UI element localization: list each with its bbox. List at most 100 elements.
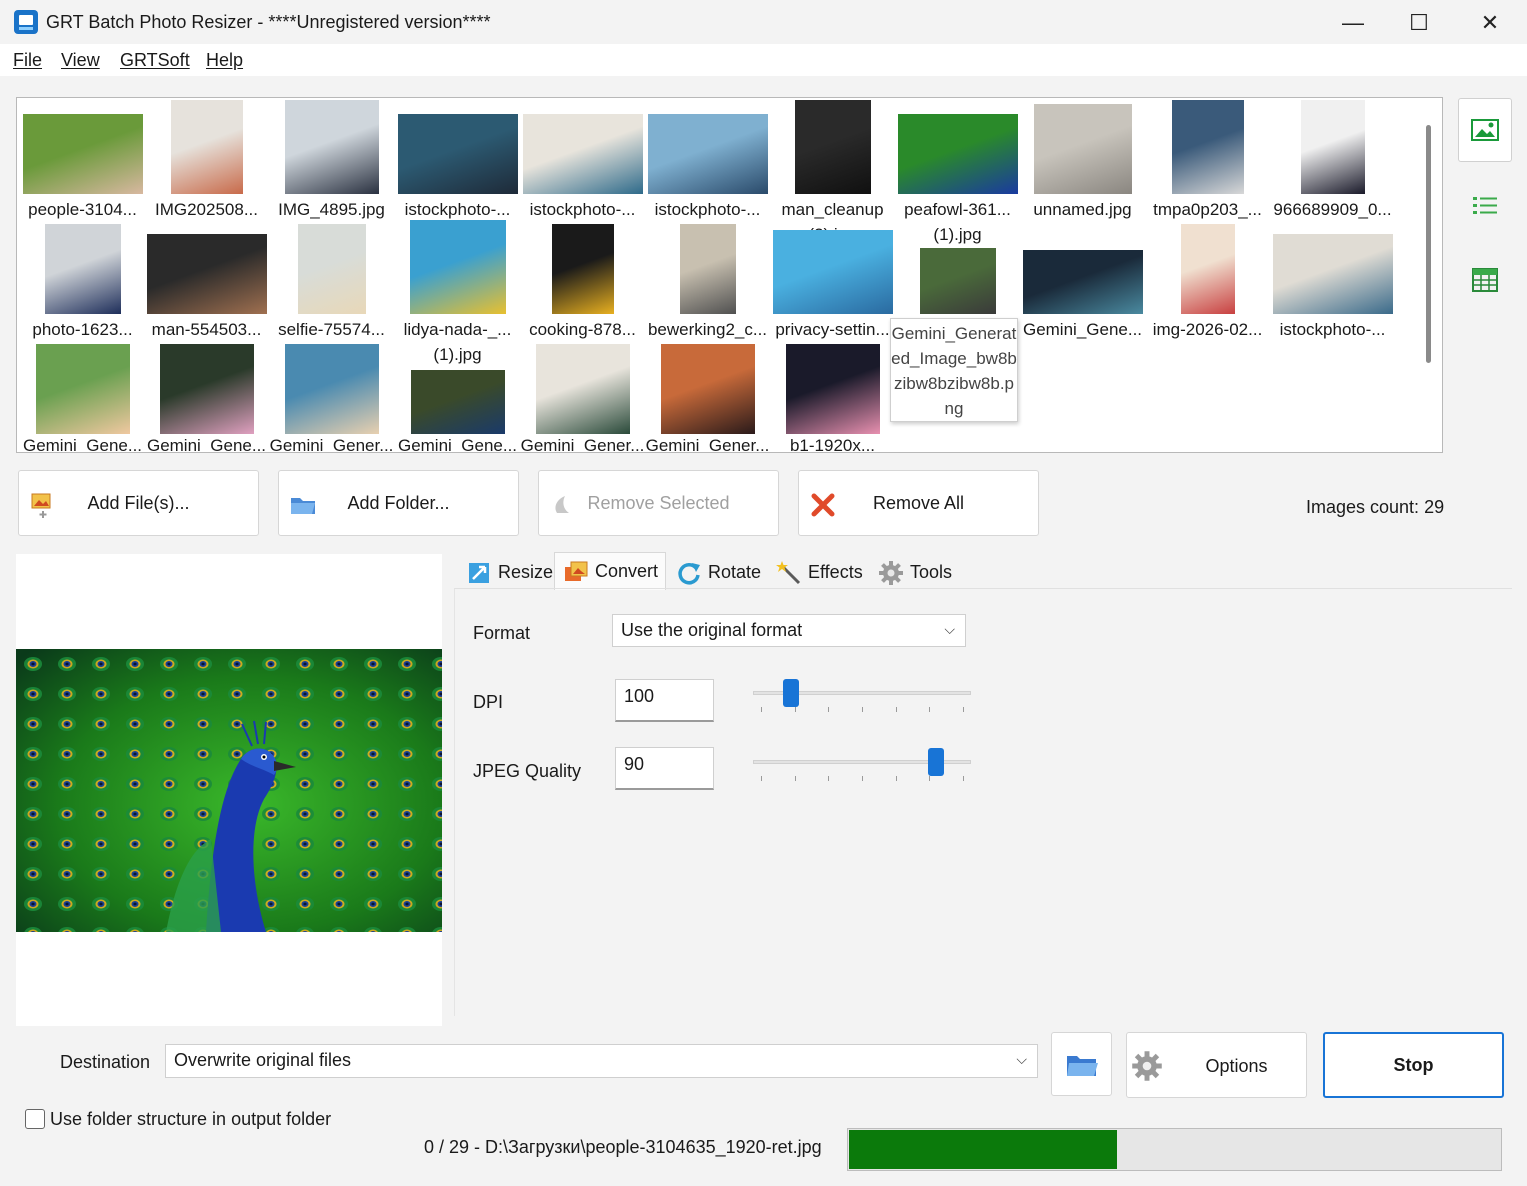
- thumbnail-item[interactable]: man-554503...: [144, 220, 269, 340]
- slider-tick: [794, 707, 796, 712]
- add-folder-button[interactable]: Add Folder...: [278, 470, 519, 536]
- maximize-button[interactable]: ☐: [1399, 8, 1439, 38]
- thumbnail-label: istockphoto-...: [404, 200, 511, 219]
- thumbnail-image: [35, 344, 130, 434]
- thumbnail-image: [410, 370, 505, 434]
- tab-convert[interactable]: Convert: [554, 552, 666, 590]
- thumbnail-image: [170, 100, 243, 194]
- use-folder-structure-checkbox[interactable]: [25, 1109, 45, 1129]
- thumbnail-item[interactable]: IMG202508...: [144, 100, 269, 220]
- thumbnail-image: [397, 114, 518, 194]
- tab-rotate[interactable]: Rotate: [668, 554, 766, 590]
- thumbnail-item[interactable]: Gemini_Gene...: [395, 340, 520, 452]
- thumbnail-label: IMG_4895.jpg: [278, 200, 385, 219]
- thumbnail-label: cooking-878...: [529, 320, 636, 339]
- thumbnail-image: [1022, 250, 1143, 314]
- tab-effects[interactable]: Effects: [768, 554, 868, 590]
- slider-tick: [862, 707, 863, 712]
- window-title: GRT Batch Photo Resizer - ****Unregister…: [46, 12, 491, 32]
- thumbnail-item[interactable]: unnamed.jpg: [1020, 100, 1145, 220]
- convert-icon: [565, 561, 588, 581]
- thumbnail-item[interactable]: cooking-878...: [520, 220, 645, 340]
- stop-button[interactable]: Stop: [1323, 1032, 1504, 1098]
- dpi-input[interactable]: 100: [615, 679, 714, 722]
- app-icon: [14, 10, 38, 34]
- thumbnail-item[interactable]: privacy-settin...: [770, 220, 895, 340]
- thumbnail-item[interactable]: Gemini_Gene...: [1020, 220, 1145, 340]
- thumbnail-item[interactable]: lidya-nada-_... (1).jpg: [395, 220, 520, 367]
- thumbnail-label: man-554503...: [151, 320, 262, 339]
- format-select[interactable]: Use the original format ⌵: [612, 614, 966, 647]
- thumbnail-item[interactable]: Gemini_Gene...: [20, 340, 145, 453]
- convert-tab-panel: Format Use the original format ⌵ DPI 100…: [454, 588, 1512, 1016]
- menu-grtsoft[interactable]: GRTSoft: [120, 50, 190, 71]
- slider-thumb[interactable]: [783, 679, 800, 707]
- options-button[interactable]: Options: [1126, 1032, 1307, 1098]
- thumbnail-image: [409, 220, 506, 314]
- thumbnail-item[interactable]: istockphoto-...: [645, 100, 770, 220]
- thumbnail-label: Gemini_Gene...: [146, 436, 267, 453]
- slider-tick: [828, 707, 830, 712]
- gear-icon: [879, 561, 903, 585]
- thumbnail-item[interactable]: 966689909_0...: [1270, 100, 1395, 220]
- thumbnail-item[interactable]: peafowl-361... (1).jpg: [895, 100, 1020, 247]
- thumbnail-item[interactable]: photo-1623...: [20, 220, 145, 340]
- thumbnail-label: istockphoto-...: [1279, 320, 1386, 339]
- slider-tick: [963, 707, 964, 712]
- resize-icon: [469, 563, 489, 583]
- thumbnail-item[interactable]: istockphoto-...: [395, 100, 520, 220]
- thumbnail-item[interactable]: IMG_4895.jpg: [269, 100, 394, 220]
- slider-thumb[interactable]: [928, 748, 945, 776]
- thumbnail-item[interactable]: Gemini_Gener...: [645, 340, 770, 452]
- thumbnail-item[interactable]: img-2026-02...: [1145, 220, 1270, 340]
- thumbnail-label: Gemini_Gene...: [22, 436, 143, 453]
- thumbnail-scrollbar[interactable]: [1426, 125, 1431, 363]
- thumbnail-item[interactable]: Gemini_Gener...: [269, 340, 394, 452]
- view-mode-panel: [1458, 98, 1512, 318]
- browse-destination-button[interactable]: [1051, 1032, 1112, 1096]
- thumbnail-item[interactable]: istockphoto-...: [1270, 220, 1395, 340]
- thumbnail-label: bewerking2_c...: [647, 320, 768, 339]
- options-label: Options: [1205, 1056, 1268, 1076]
- thumbnail-image: [551, 224, 614, 314]
- tab-tools-label: Tools: [910, 561, 953, 582]
- image-icon: [1471, 119, 1499, 141]
- format-value: Use the original format: [621, 620, 803, 640]
- thumbnail-panel[interactable]: people-3104... IMG202508... IMG_4895.jpg is…: [16, 97, 1443, 453]
- thumbnail-label: Gemini_Gener...: [520, 436, 645, 453]
- tab-effects-label: Effects: [808, 561, 863, 582]
- view-details-button[interactable]: [1458, 248, 1512, 312]
- thumbnail-item[interactable]: man_cleanup (2).jpg: [770, 100, 895, 247]
- tab-resize[interactable]: Resize: [458, 554, 553, 590]
- thumbnail-item[interactable]: Gemini_Gener...: [520, 340, 645, 453]
- thumbnail-item[interactable]: b1-1920x...: [770, 340, 895, 452]
- view-thumbnails-button[interactable]: [1458, 98, 1512, 162]
- thumbnail-item[interactable]: istockphoto-...: [520, 100, 645, 220]
- thumbnail-label: photo-1623...: [32, 320, 133, 339]
- add-files-button[interactable]: Add File(s)...: [18, 470, 259, 536]
- menu-file[interactable]: File: [13, 50, 42, 71]
- minimize-button[interactable]: —: [1333, 8, 1373, 38]
- use-folder-structure-label: Use folder structure in output folder: [50, 1109, 332, 1129]
- close-button[interactable]: ✕: [1470, 8, 1510, 38]
- tab-tools[interactable]: Tools: [870, 554, 956, 590]
- remove-selected-button[interactable]: Remove Selected: [538, 470, 779, 536]
- list-icon: [1473, 197, 1497, 214]
- thumbnail-item[interactable]: tmpa0p203_...: [1145, 100, 1270, 220]
- thumbnail-item[interactable]: Gemini_Gene...: [144, 340, 269, 453]
- add-files-label: Add File(s)...: [87, 492, 190, 513]
- thumbnail-image: [679, 224, 736, 314]
- remove-all-button[interactable]: Remove All: [798, 470, 1039, 536]
- view-list-button[interactable]: [1458, 174, 1512, 238]
- thumbnail-label: privacy-settin...: [775, 320, 890, 339]
- menu-bar: File View GRTSoft Help: [0, 44, 1527, 76]
- thumbnail-item[interactable]: selfie-75574...: [269, 220, 394, 340]
- thumbnail-item[interactable]: people-3104...: [20, 100, 145, 220]
- thumbnail-image: [44, 224, 121, 314]
- menu-help[interactable]: Help: [206, 50, 243, 71]
- destination-select[interactable]: Overwrite original files ⌵: [165, 1044, 1038, 1078]
- jpeg-quality-input[interactable]: 90: [615, 747, 714, 790]
- menu-view[interactable]: View: [61, 50, 100, 71]
- thumbnail-image: [897, 114, 1018, 194]
- thumbnail-item[interactable]: bewerking2_c...: [645, 220, 770, 340]
